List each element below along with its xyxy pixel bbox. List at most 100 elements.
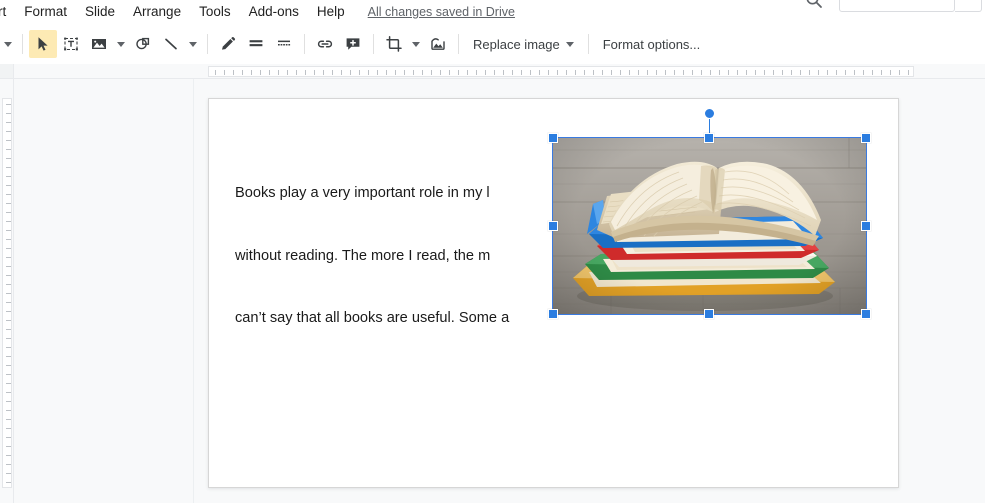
ruler-tick — [818, 70, 819, 75]
ruler-tick — [467, 70, 468, 75]
ruler-corner — [0, 64, 14, 79]
chevron-down-icon — [189, 41, 197, 47]
undo-redo-overflow-caret[interactable] — [0, 30, 16, 58]
ruler-tick — [6, 428, 11, 429]
select-tool-button[interactable] — [29, 30, 57, 58]
resize-handle-top-center[interactable] — [704, 132, 714, 143]
insert-link-button[interactable] — [311, 30, 339, 58]
ruler-tick — [584, 70, 585, 75]
ruler-tick — [6, 356, 11, 357]
replace-image-button[interactable]: Replace image — [465, 32, 582, 57]
ruler-tick — [827, 70, 828, 75]
chevron-down-icon — [412, 41, 420, 47]
ruler-tick — [6, 194, 11, 195]
crop-icon — [385, 35, 403, 53]
books-photo[interactable] — [553, 138, 866, 314]
ruler-tick — [602, 70, 603, 75]
dotted-grid-button[interactable] — [270, 30, 298, 58]
image-tool-caret[interactable] — [113, 30, 129, 58]
menu-help[interactable]: Help — [308, 1, 354, 23]
ruler-tick — [6, 455, 11, 456]
horizontal-ruler[interactable] — [14, 64, 985, 79]
add-comment-icon — [344, 35, 362, 53]
menu-insert-clipped[interactable]: rt — [0, 1, 15, 23]
ruler-tick — [809, 70, 810, 75]
format-options-button[interactable]: Format options... — [595, 32, 709, 57]
text-lines-button[interactable] — [242, 30, 270, 58]
rotation-handle[interactable] — [704, 108, 715, 119]
crop-tool-button[interactable] — [380, 30, 408, 58]
vertical-ruler-track[interactable] — [2, 98, 12, 488]
ruler-tick — [224, 70, 225, 75]
cursor-select-icon — [34, 35, 52, 53]
ruler-tick — [368, 70, 369, 75]
line-tool-caret[interactable] — [185, 30, 201, 58]
resize-handle-bottom-right[interactable] — [860, 308, 871, 319]
menu-format[interactable]: Format — [15, 1, 76, 23]
toolbar-divider — [458, 34, 459, 54]
pen-icon — [219, 35, 237, 53]
menu-addons[interactable]: Add-ons — [240, 1, 308, 23]
ruler-tick — [656, 70, 657, 75]
ruler-tick — [413, 70, 414, 75]
mask-image-button[interactable] — [424, 30, 452, 58]
text-lines-icon — [247, 35, 265, 53]
resize-handle-bottom-left[interactable] — [547, 308, 558, 319]
ruler-tick — [746, 70, 747, 75]
ruler-tick — [6, 122, 11, 123]
ruler-tick — [737, 70, 738, 75]
textbox-tool-button[interactable] — [57, 30, 85, 58]
ruler-tick — [6, 203, 11, 204]
ruler-tick — [6, 104, 11, 105]
resize-handle-top-right[interactable] — [860, 132, 871, 143]
menu-tools[interactable]: Tools — [190, 1, 240, 23]
crop-tool-caret[interactable] — [408, 30, 424, 58]
ruler-tick — [278, 70, 279, 75]
add-comment-button[interactable] — [339, 30, 367, 58]
ruler-tick — [6, 275, 11, 276]
menu-arrange[interactable]: Arrange — [124, 1, 190, 23]
line-tool-button[interactable] — [157, 30, 185, 58]
save-status[interactable]: All changes saved in Drive — [368, 4, 515, 20]
image-tool-button[interactable] — [85, 30, 113, 58]
resize-handle-top-left[interactable] — [547, 132, 558, 143]
ruler-tick — [215, 70, 216, 75]
ruler-tick — [899, 70, 900, 75]
ruler-tick — [296, 70, 297, 75]
ruler-tick — [395, 70, 396, 75]
menu-slide[interactable]: Slide — [76, 1, 124, 23]
search-icon[interactable] — [803, 0, 825, 24]
resize-handle-bottom-center[interactable] — [704, 308, 714, 319]
ruler-tick — [6, 347, 11, 348]
ruler-tick — [440, 70, 441, 75]
ruler-tick — [6, 374, 11, 375]
ruler-tick — [629, 70, 630, 75]
ruler-tick — [6, 320, 11, 321]
resize-handle-middle-left[interactable] — [547, 220, 558, 231]
ruler-tick — [6, 176, 11, 177]
ruler-tick — [242, 70, 243, 75]
pen-tool-button[interactable] — [214, 30, 242, 58]
ruler-tick — [359, 70, 360, 75]
share-button[interactable] — [955, 0, 982, 12]
ruler-tick — [701, 70, 702, 75]
selected-image-object[interactable] — [547, 108, 871, 319]
shape-tool-button[interactable] — [129, 30, 157, 58]
present-button[interactable] — [839, 0, 955, 12]
ruler-tick — [6, 266, 11, 267]
vertical-ruler[interactable] — [0, 79, 14, 503]
ruler-tick — [638, 70, 639, 75]
toolbar-divider — [587, 34, 589, 54]
ruler-tick — [530, 70, 531, 75]
ruler-tick — [6, 212, 11, 213]
resize-handle-middle-right[interactable] — [860, 220, 871, 231]
ruler-tick — [6, 149, 11, 150]
toolbar-divider — [304, 34, 305, 54]
slide-canvas[interactable]: Books play a very important role in my l… — [208, 98, 899, 488]
ruler-tick — [557, 70, 558, 75]
horizontal-ruler-track[interactable] — [208, 66, 914, 77]
ruler-tick — [6, 482, 11, 483]
text-box-icon — [62, 35, 80, 53]
slide-filmstrip-panel[interactable] — [14, 79, 194, 503]
ruler-tick — [647, 70, 648, 75]
